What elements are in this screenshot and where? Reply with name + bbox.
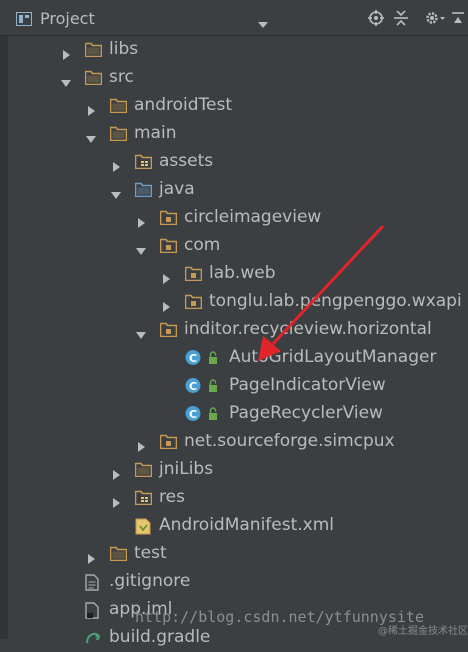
collapsed-arrow-icon[interactable] xyxy=(161,269,171,284)
resource-folder-icon xyxy=(134,490,153,506)
target-icon[interactable] xyxy=(368,10,384,30)
package-icon xyxy=(159,210,178,226)
collapsed-arrow-icon[interactable] xyxy=(111,157,121,172)
expanded-arrow-icon[interactable] xyxy=(111,185,121,199)
package-icon xyxy=(184,294,203,310)
expanded-arrow-icon[interactable] xyxy=(136,325,146,339)
tree-node[interactable]: assets xyxy=(0,148,468,176)
class-icon: C xyxy=(185,377,221,393)
tree-node-label: src xyxy=(109,67,134,87)
collapsed-arrow-icon[interactable] xyxy=(161,297,171,312)
hide-panel-icon[interactable] xyxy=(452,10,464,30)
tree-node-label: jniLibs xyxy=(159,459,214,479)
svg-text:C: C xyxy=(189,380,197,393)
tree-node[interactable]: inditor.recycleview.horizontal xyxy=(0,316,468,344)
watermark-site: @稀土掘金技术社区 xyxy=(378,626,468,637)
svg-text:C: C xyxy=(189,408,197,421)
tree-node[interactable]: C AutoGridLayoutManager xyxy=(0,344,468,372)
tree-node-label: inditor.recycleview.horizontal xyxy=(184,319,432,339)
collapsed-arrow-icon[interactable] xyxy=(136,213,146,228)
tree-node[interactable]: C PageIndicatorView xyxy=(0,372,468,400)
tree-node-label: circleimageview xyxy=(184,207,322,227)
expanded-arrow-icon[interactable] xyxy=(61,73,71,87)
project-tree: libs src androidTest main assets java circleim… xyxy=(0,36,468,647)
tree-node[interactable]: androidTest xyxy=(0,92,468,120)
tree-node[interactable]: C PageRecyclerView xyxy=(0,400,468,428)
tree-node-label: lab.web xyxy=(209,263,276,283)
folder-icon xyxy=(84,70,103,86)
source-folder-icon xyxy=(134,182,153,198)
chevron-down-icon[interactable] xyxy=(258,13,268,32)
tree-node[interactable]: lab.web xyxy=(0,260,468,288)
folder-icon xyxy=(109,546,128,562)
collapsed-arrow-icon[interactable] xyxy=(86,549,96,564)
tree-node-label: PageRecyclerView xyxy=(229,403,383,423)
tree-node-label: AndroidManifest.xml xyxy=(159,515,335,535)
tree-node-label: assets xyxy=(159,151,214,171)
tree-node-label: AutoGridLayoutManager xyxy=(229,347,437,367)
tree-node-label: tonglu.lab.pengpenggo.wxapi xyxy=(209,291,462,311)
folder-icon xyxy=(84,42,103,58)
gear-icon[interactable] xyxy=(424,10,446,30)
tree-node-label: libs xyxy=(109,39,139,59)
tree-node[interactable]: net.sourceforge.simcpux xyxy=(0,428,468,456)
project-panel-header: Project xyxy=(0,0,468,36)
tree-node[interactable]: .gitignore xyxy=(0,568,468,596)
package-icon xyxy=(159,238,178,254)
tree-node-label: androidTest xyxy=(134,95,232,115)
collapsed-arrow-icon[interactable] xyxy=(61,45,71,60)
collapsed-arrow-icon[interactable] xyxy=(86,101,96,116)
expanded-arrow-icon[interactable] xyxy=(136,241,146,255)
svg-text:C: C xyxy=(189,352,197,365)
package-icon xyxy=(159,434,178,450)
tree-node-label: .gitignore xyxy=(109,571,191,591)
collapse-all-icon[interactable] xyxy=(394,10,408,30)
tree-node-label: PageIndicatorView xyxy=(229,375,386,395)
project-view-icon[interactable] xyxy=(16,11,32,30)
folder-icon xyxy=(134,462,153,478)
tree-node[interactable]: src xyxy=(0,64,468,92)
iml-file-icon xyxy=(85,602,102,619)
gradle-file-icon xyxy=(85,630,102,645)
tree-node[interactable]: res xyxy=(0,484,468,512)
tree-node-label: com xyxy=(184,235,221,255)
text-file-icon xyxy=(85,574,102,591)
manifest-file-icon xyxy=(135,518,152,535)
collapsed-arrow-icon[interactable] xyxy=(111,465,121,480)
package-icon xyxy=(184,266,203,282)
tree-node[interactable]: circleimageview xyxy=(0,204,468,232)
tree-node-label: build.gradle xyxy=(109,627,211,647)
tree-node[interactable]: libs xyxy=(0,36,468,64)
folder-icon xyxy=(109,98,128,114)
class-icon: C xyxy=(185,349,221,365)
tree-node[interactable]: com xyxy=(0,232,468,260)
resource-folder-icon xyxy=(134,154,153,170)
tree-node[interactable]: jniLibs xyxy=(0,456,468,484)
tree-node[interactable]: tonglu.lab.pengpenggo.wxapi xyxy=(0,288,468,316)
package-icon xyxy=(159,322,178,338)
tree-node-label: main xyxy=(134,123,177,143)
tree-node[interactable]: AndroidManifest.xml xyxy=(0,512,468,540)
class-icon: C xyxy=(185,405,221,421)
folder-icon xyxy=(109,126,128,142)
tree-node[interactable]: java xyxy=(0,176,468,204)
tree-node-label: net.sourceforge.simcpux xyxy=(184,431,395,451)
tree-node-label: java xyxy=(159,179,195,199)
expanded-arrow-icon[interactable] xyxy=(86,129,96,143)
collapsed-arrow-icon[interactable] xyxy=(136,437,146,452)
tree-node[interactable]: main xyxy=(0,120,468,148)
tree-node[interactable]: test xyxy=(0,540,468,568)
collapsed-arrow-icon[interactable] xyxy=(111,493,121,508)
tree-node-label: test xyxy=(134,543,167,563)
panel-title[interactable]: Project xyxy=(40,9,95,28)
tree-node-label: res xyxy=(159,487,185,507)
